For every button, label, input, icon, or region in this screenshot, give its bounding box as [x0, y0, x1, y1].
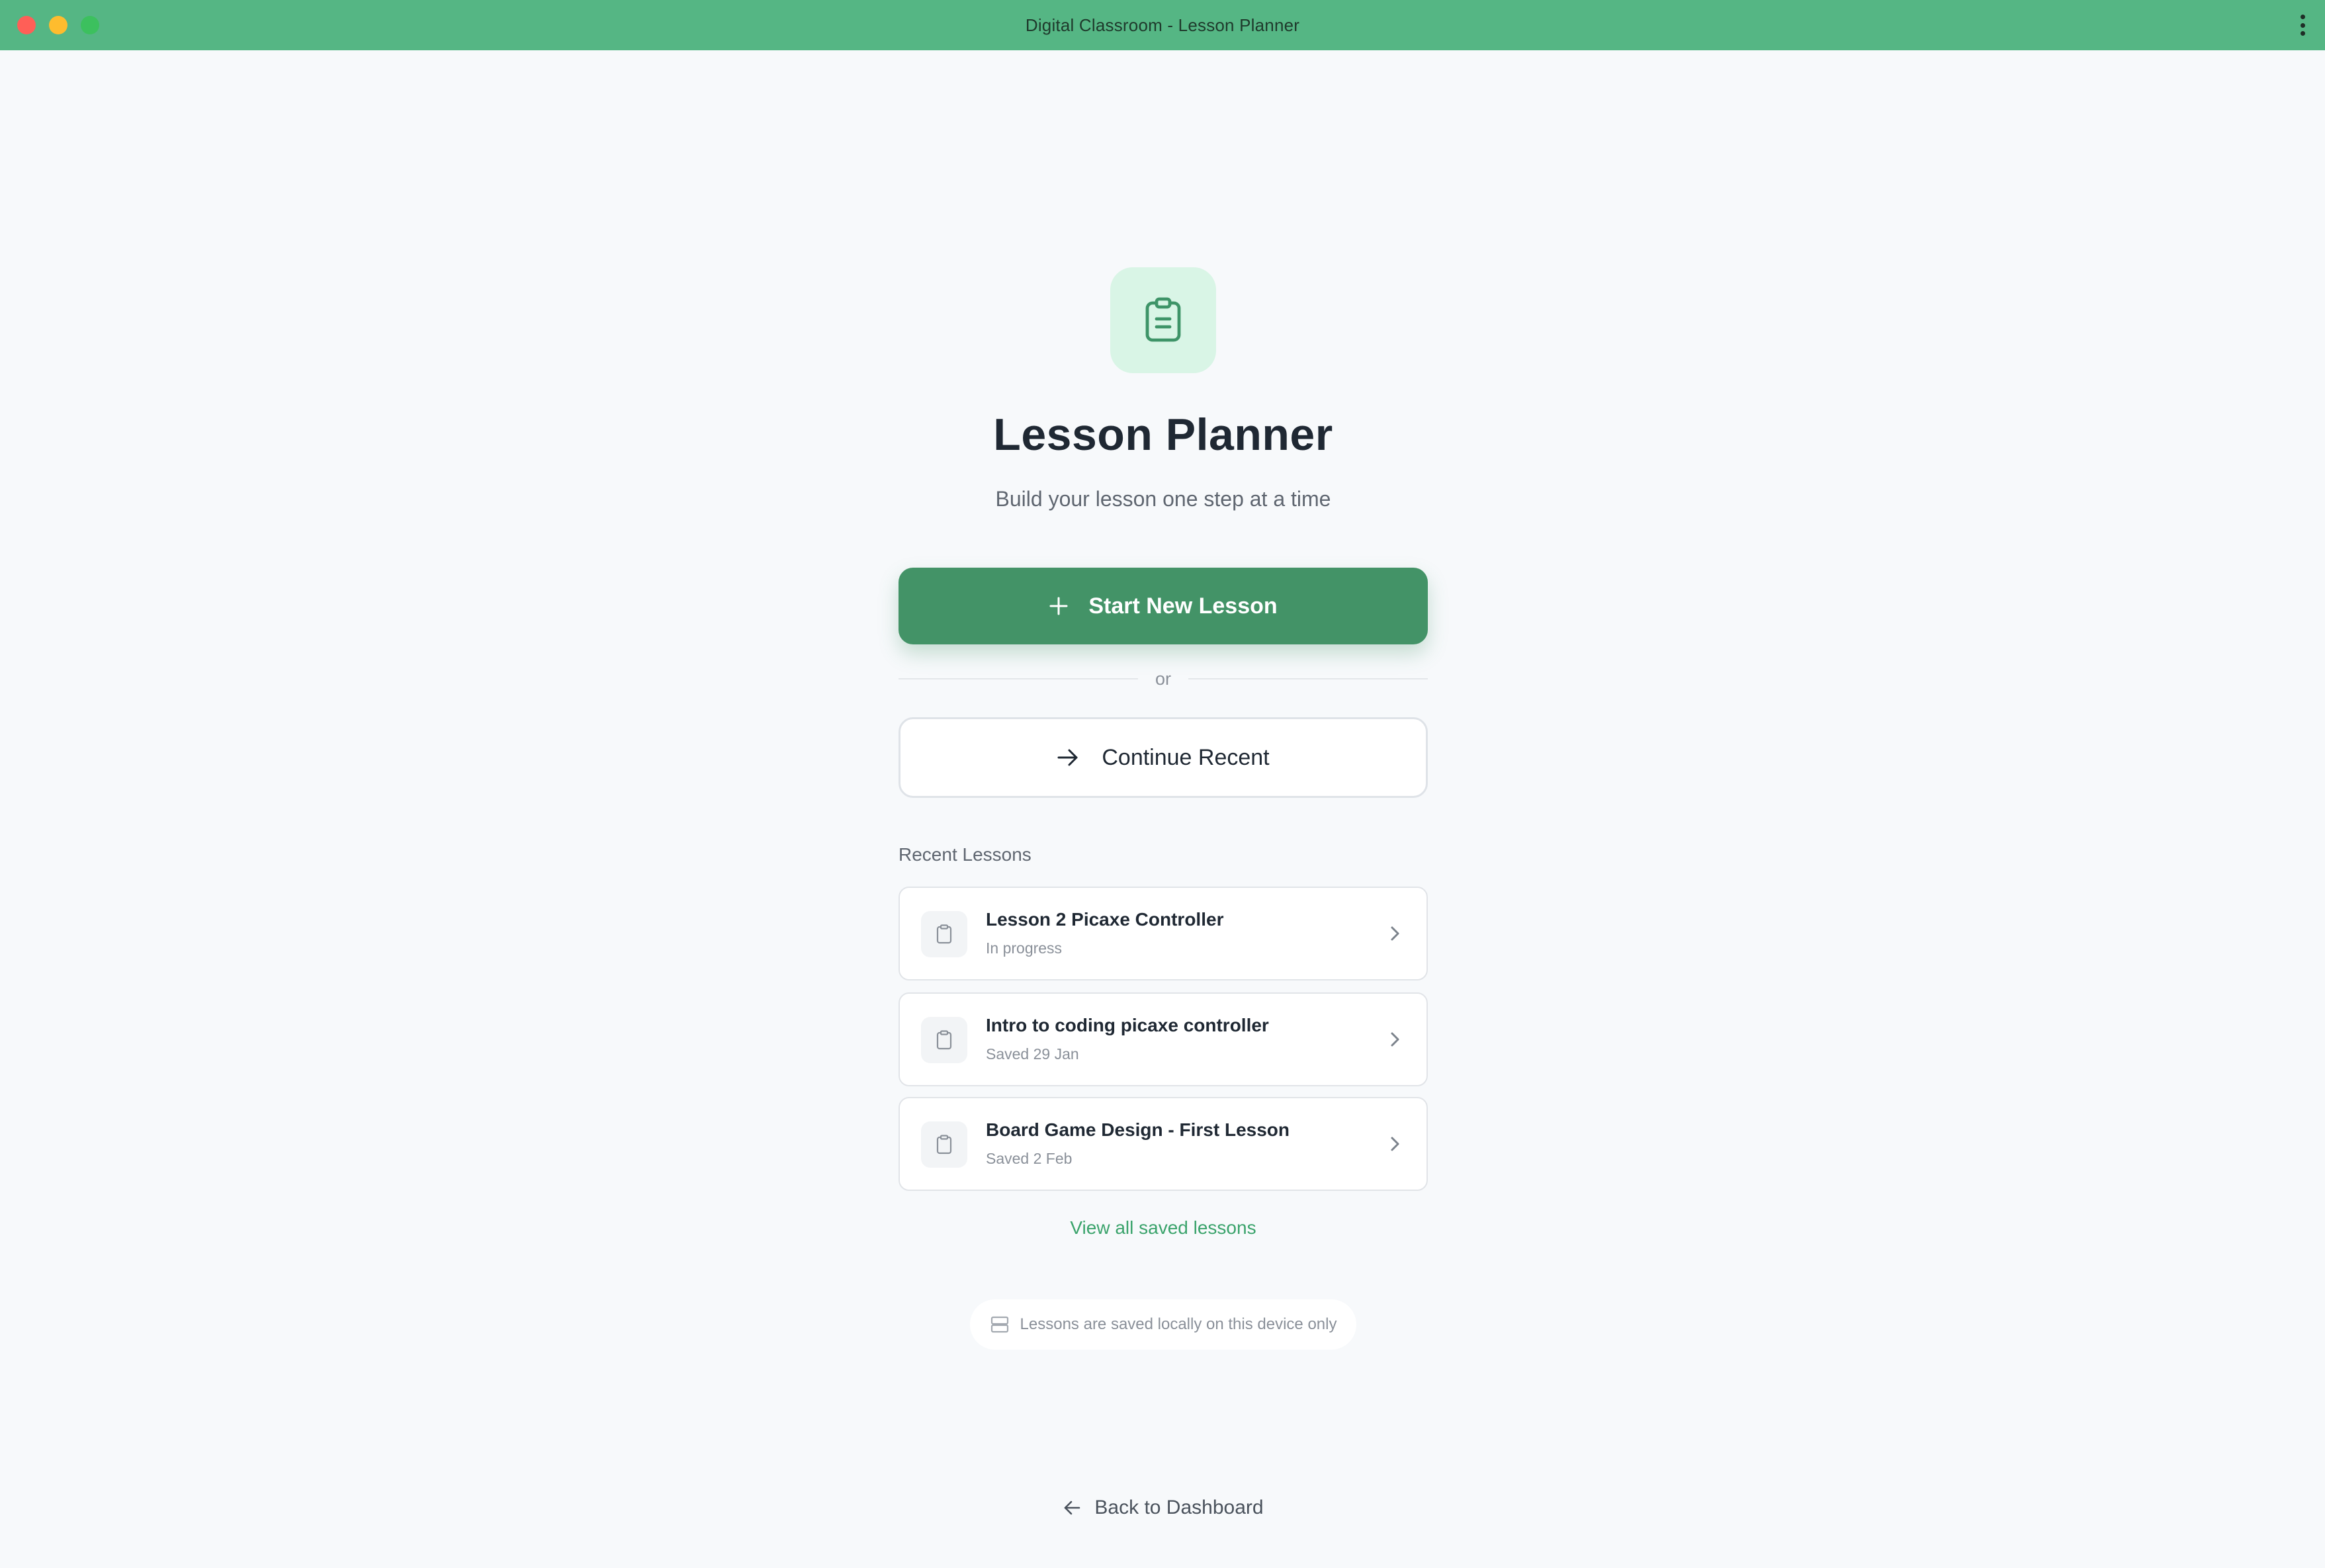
or-divider: or — [899, 664, 1428, 693]
continue-recent-label: Continue Recent — [1102, 744, 1270, 770]
divider-line — [1188, 678, 1428, 679]
maximize-window-button[interactable] — [81, 16, 99, 34]
lesson-name: Board Game Design - First Lesson — [986, 1119, 1290, 1140]
storage-note-text: Lessons are saved locally on this device… — [1020, 1315, 1337, 1333]
lesson-status: In progress — [986, 939, 1063, 957]
window-title: Digital Classroom - Lesson Planner — [1025, 15, 1300, 35]
title-bar: Digital Classroom - Lesson Planner — [0, 0, 2325, 50]
divider-line — [899, 678, 1138, 679]
lesson-status: Saved 2 Feb — [986, 1150, 1073, 1167]
more-options-icon[interactable] — [2299, 15, 2306, 36]
start-new-lesson-button[interactable]: Start New Lesson — [899, 568, 1428, 644]
lesson-item[interactable]: Board Game Design - First Lesson Saved 2… — [899, 1097, 1428, 1191]
chevron-right-icon — [1391, 926, 1399, 941]
storage-note: Lessons are saved locally on this device… — [970, 1299, 1356, 1350]
arrow-left-icon — [1065, 1501, 1080, 1515]
clipboard-icon — [921, 911, 967, 957]
lesson-item[interactable]: Lesson 2 Picaxe Controller In progress — [899, 887, 1428, 980]
app-window: Digital Classroom - Lesson Planner Lesso… — [0, 0, 2325, 1568]
storage-icon — [990, 1316, 1008, 1333]
minimize-window-button[interactable] — [49, 16, 67, 34]
lesson-item[interactable]: Intro to coding picaxe controller Saved … — [899, 992, 1428, 1086]
clipboard-icon — [1110, 267, 1216, 373]
close-window-button[interactable] — [17, 16, 36, 34]
back-to-dashboard-label: Back to Dashboard — [1094, 1497, 1264, 1518]
window-controls — [17, 16, 99, 34]
page-subtitle: Build your lesson one step at a time — [995, 487, 1331, 511]
clipboard-icon — [921, 1017, 967, 1063]
chevron-right-icon — [1391, 1137, 1399, 1151]
lesson-name: Lesson 2 Picaxe Controller — [986, 909, 1224, 930]
plus-icon — [1049, 597, 1068, 615]
lesson-status: Saved 29 Jan — [986, 1045, 1079, 1063]
or-label: or — [1155, 668, 1172, 689]
arrow-right-icon — [1057, 749, 1078, 766]
clipboard-icon — [921, 1121, 967, 1168]
page-title: Lesson Planner — [993, 410, 1333, 460]
continue-recent-button[interactable]: Continue Recent — [899, 717, 1428, 798]
view-all-saved-lessons-link[interactable]: View all saved lessons — [899, 1217, 1428, 1239]
back-to-dashboard-link[interactable]: Back to Dashboard — [899, 1497, 1428, 1519]
start-new-lesson-label: Start New Lesson — [1088, 593, 1278, 619]
lesson-name: Intro to coding picaxe controller — [986, 1015, 1269, 1035]
chevron-right-icon — [1391, 1032, 1399, 1047]
recent-lessons-heading: Recent Lessons — [899, 844, 1031, 865]
